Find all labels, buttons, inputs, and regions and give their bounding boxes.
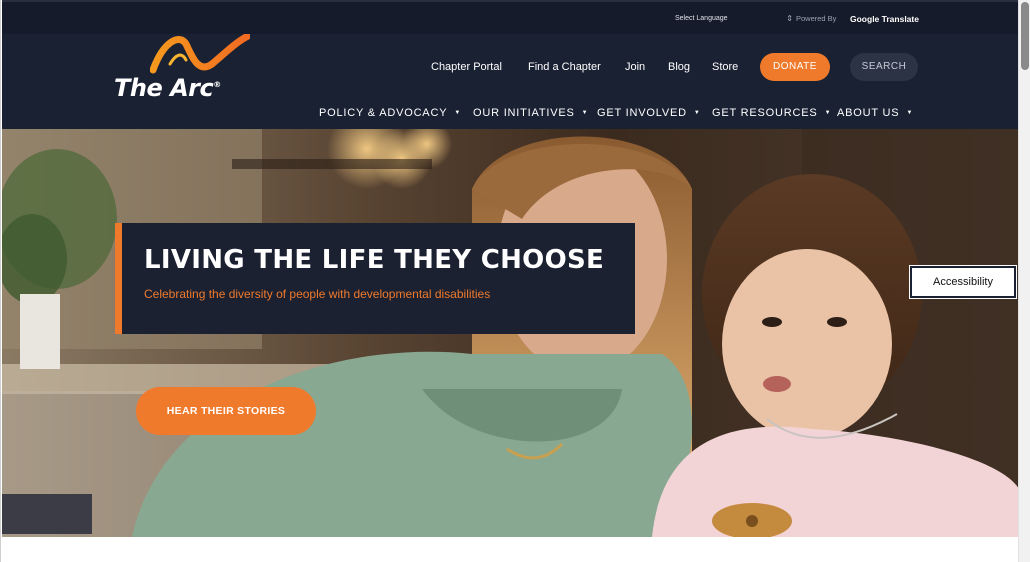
util-link-chapter-portal[interactable]: Chapter Portal <box>431 59 502 75</box>
accessibility-button[interactable]: Accessibility <box>909 265 1017 299</box>
main-nav: POLICY & ADVOCACY ▼ OUR INITIATIVES ▼ GET … <box>2 105 1019 123</box>
nav-get-resources[interactable]: GET RESOURCES ▼ <box>712 105 831 121</box>
language-select[interactable]: Select Language ⇕ <box>675 12 793 26</box>
powered-by-label: Powered By <box>796 14 837 23</box>
google-translate-link[interactable]: Google Translate <box>850 12 919 26</box>
select-caret-icon: ⇕ <box>786 14 793 23</box>
scrollbar[interactable] <box>1018 0 1030 562</box>
hero-title: LIVING THE LIFE THEY CHOOSE <box>144 245 605 275</box>
nav-get-involved[interactable]: GET INVOLVED ▼ <box>597 105 701 121</box>
page: Select Language ⇕ Powered By Google Tran… <box>0 0 1019 562</box>
scroll-thumb[interactable] <box>1021 2 1029 70</box>
nav-policy-advocacy[interactable]: POLICY & ADVOCACY ▼ <box>319 105 461 121</box>
util-link-find-a-chapter[interactable]: Find a Chapter <box>528 59 601 75</box>
content-area <box>2 537 1019 562</box>
nav-about-us[interactable]: ABOUT US ▼ <box>837 105 913 121</box>
util-link-blog[interactable]: Blog <box>668 59 690 75</box>
utility-nav: Chapter Portal Find a Chapter Join Blog … <box>2 53 1019 81</box>
util-link-store[interactable]: Store <box>712 59 738 75</box>
nav-our-initiatives[interactable]: OUR INITIATIVES ▼ <box>473 105 588 121</box>
search-button[interactable]: SEARCH <box>850 53 918 81</box>
translate-bar: Select Language ⇕ Powered By Google Tran… <box>2 0 1019 34</box>
chevron-down-icon: ▼ <box>454 110 462 117</box>
site-header: The Arc® Chapter Portal Find a Chapter J… <box>2 34 1019 129</box>
hero-banner: LIVING THE LIFE THEY CHOOSE Celebrating … <box>2 129 1019 537</box>
chevron-down-icon: ▼ <box>906 110 914 117</box>
hero-subtitle: Celebrating the diversity of people with… <box>144 287 491 301</box>
donate-button[interactable]: DONATE <box>760 53 830 81</box>
util-link-join[interactable]: Join <box>625 59 645 75</box>
hero-card: LIVING THE LIFE THEY CHOOSE Celebrating … <box>115 223 635 334</box>
chevron-down-icon: ▼ <box>693 110 701 117</box>
hear-their-stories-button[interactable]: HEAR THEIR STORIES <box>136 387 316 435</box>
language-select-label: Select Language <box>675 15 728 22</box>
chevron-down-icon: ▼ <box>581 110 589 117</box>
chevron-down-icon: ▼ <box>824 110 832 117</box>
